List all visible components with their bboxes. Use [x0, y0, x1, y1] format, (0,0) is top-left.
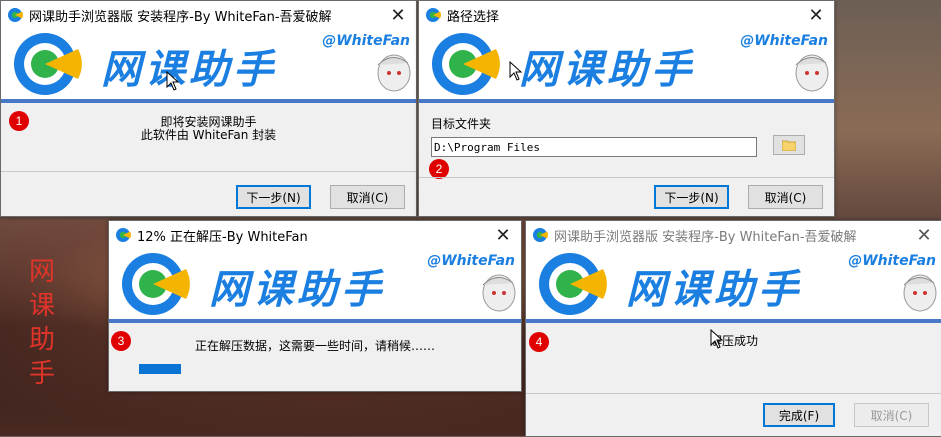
side-title-char: 手 [28, 359, 55, 389]
app-logo-icon [8, 8, 23, 22]
close-icon: ✕ [808, 4, 824, 26]
product-banner: 网课助手 @WhiteFan [526, 249, 941, 323]
progress-track [139, 364, 491, 374]
mascot-icon [903, 274, 937, 312]
installer-window-complete: 网课助手浏览器版 安装程序-By WhiteFan-吾爱破解 ✕ 网课助手 @W… [525, 220, 941, 437]
window-titlebar: 12% 正在解压-By WhiteFan ✕ [109, 221, 521, 249]
complete-status: 解压成功 [709, 334, 758, 348]
window-title: 网课助手浏览器版 安装程序-By WhiteFan-吾爱破解 [29, 9, 332, 25]
browse-button[interactable] [773, 135, 805, 155]
welcome-line-2: 此软件由 WhiteFan 封装 [140, 128, 277, 142]
install-path-input[interactable] [431, 137, 757, 157]
extracting-status: 正在解压数据，这需要一些时间，请稍候…… [194, 339, 435, 353]
button-divider [419, 177, 834, 178]
banner-handle: @WhiteFan [322, 33, 410, 49]
window-titlebar: 网课助手浏览器版 安装程序-By WhiteFan-吾爱破解 ✕ [526, 221, 941, 249]
finish-button[interactable]: 完成(F) [763, 403, 835, 427]
close-button[interactable]: ✕ [798, 1, 834, 29]
close-button[interactable]: ✕ [906, 221, 941, 249]
side-title: 网 课 助 手 [22, 255, 62, 391]
mouse-cursor-icon [509, 61, 523, 81]
app-logo-icon [426, 8, 441, 22]
close-button[interactable]: ✕ [380, 1, 416, 29]
app-logo-icon [14, 33, 82, 95]
close-icon: ✕ [390, 4, 406, 26]
mascot-icon [482, 274, 516, 312]
close-icon: ✕ [495, 224, 511, 246]
close-icon: ✕ [916, 224, 932, 246]
button-divider [526, 393, 941, 394]
progress-fill [139, 364, 182, 374]
next-button[interactable]: 下一步(N) [654, 185, 729, 209]
app-logo-icon [116, 228, 131, 242]
app-logo-icon [533, 228, 548, 242]
banner-product-name: 网课助手 [209, 267, 385, 313]
banner-product-name: 网课助手 [101, 47, 277, 93]
window-title: 路径选择 [447, 9, 500, 25]
window-titlebar: 路径选择 ✕ [419, 1, 834, 29]
cancel-button[interactable]: 取消(C) [748, 185, 823, 209]
product-banner: 网课助手 @WhiteFan [419, 29, 834, 103]
app-logo-icon [432, 33, 500, 95]
banner-product-name: 网课助手 [519, 47, 695, 93]
product-banner: 网课助手 @WhiteFan [109, 249, 521, 323]
product-banner: 网课助手 @WhiteFan [1, 29, 416, 103]
banner-handle: @WhiteFan [848, 253, 936, 269]
cancel-button[interactable]: 取消(C) [854, 403, 929, 427]
installer-window-path: 路径选择 ✕ 网课助手 @WhiteFan 目标文件夹 2 下一步(N) 取消(… [418, 0, 835, 217]
window-titlebar: 网课助手浏览器版 安装程序-By WhiteFan-吾爱破解 ✕ [1, 1, 416, 29]
window-title: 网课助手浏览器版 安装程序-By WhiteFan-吾爱破解 [554, 229, 857, 245]
installer-window-welcome: 网课助手浏览器版 安装程序-By WhiteFan-吾爱破解 ✕ 网课助手 @W… [0, 0, 417, 217]
mascot-icon [377, 54, 411, 92]
installer-window-extracting: 12% 正在解压-By WhiteFan ✕ 网课助手 @WhiteFan 3 … [108, 220, 522, 392]
banner-handle: @WhiteFan [740, 33, 828, 49]
next-button[interactable]: 下一步(N) [236, 185, 311, 209]
mascot-icon [795, 54, 829, 92]
banner-product-name: 网课助手 [626, 267, 802, 313]
mouse-cursor-icon [710, 329, 724, 349]
app-logo-icon [122, 253, 190, 315]
side-title-char: 课 [28, 291, 55, 321]
target-folder-label: 目标文件夹 [431, 117, 492, 131]
cancel-button[interactable]: 取消(C) [330, 185, 405, 209]
side-title-char: 助 [28, 325, 55, 355]
close-button[interactable]: ✕ [485, 221, 521, 249]
mouse-cursor-icon [166, 71, 180, 91]
banner-handle: @WhiteFan [427, 253, 515, 269]
app-logo-icon [539, 253, 607, 315]
side-title-char: 网 [28, 257, 55, 287]
window-title: 12% 正在解压-By WhiteFan [137, 229, 308, 245]
folder-icon [782, 140, 796, 151]
step-badge: 2 [429, 159, 449, 179]
button-divider [1, 171, 416, 172]
